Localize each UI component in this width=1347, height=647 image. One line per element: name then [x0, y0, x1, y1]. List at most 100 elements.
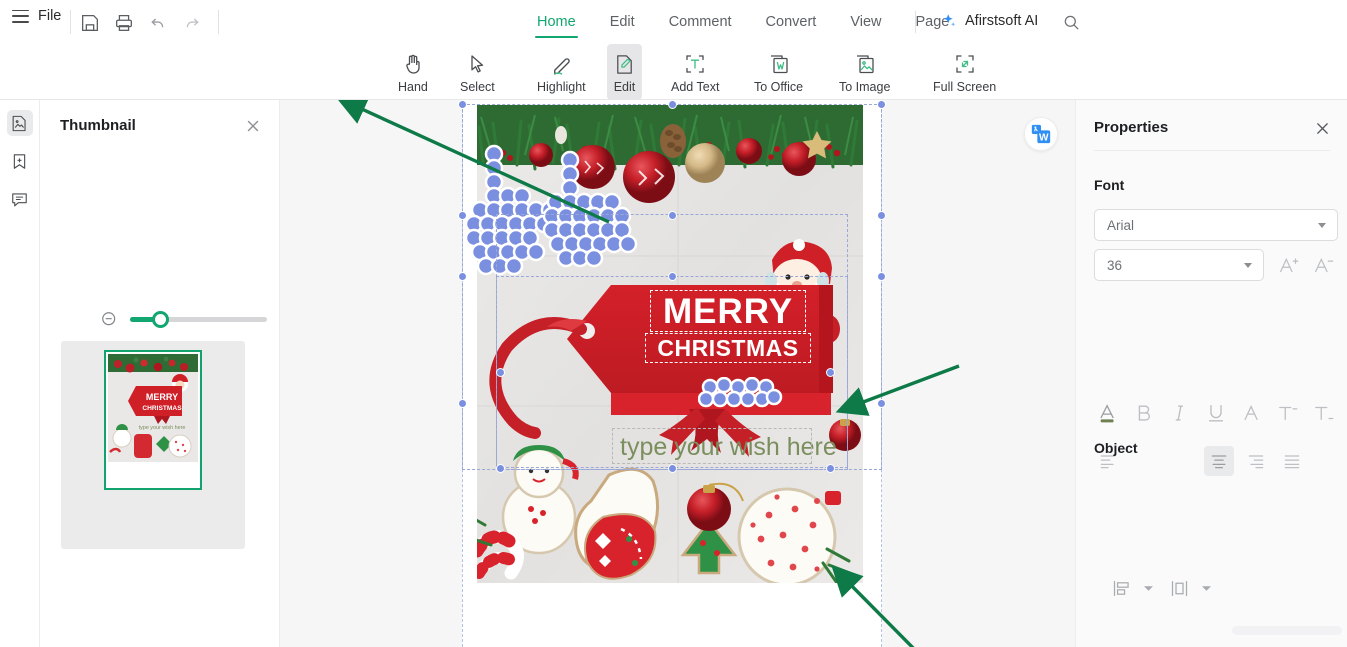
tool-label: Highlight [537, 80, 586, 94]
chevron-down-icon [1244, 263, 1252, 268]
tool-to-image[interactable]: To Image [833, 44, 896, 100]
tab-edit[interactable]: Edit [593, 0, 652, 44]
tool-label: Edit [613, 80, 636, 94]
chevron-down-icon [1318, 223, 1326, 228]
thumbnail-page-preview[interactable]: MERRY CHRISTMAS type your wish here [104, 350, 202, 490]
file-menu-button[interactable]: File [12, 8, 61, 24]
resize-handle-n2[interactable] [668, 272, 677, 281]
resize-handle-nw[interactable] [458, 100, 467, 109]
tab-view[interactable]: View [833, 0, 898, 44]
font-color-icon[interactable] [1093, 398, 1123, 428]
horizontal-scrollbar[interactable] [1232, 626, 1342, 635]
highlighter-pen-icon [549, 51, 574, 77]
sparkle-icon [943, 14, 956, 27]
tool-highlight[interactable]: Highlight [531, 44, 592, 100]
object-section-label: Object [1094, 440, 1138, 456]
tool-label: Full Screen [933, 80, 997, 94]
thumbnail-panel: Thumbnail MERRY CHRISTMAS type your wish… [40, 100, 296, 647]
title-bar: File Home Edit Comment Convert View Page… [0, 0, 1347, 44]
properties-panel: Properties Font Arial 36 Object [1075, 100, 1347, 647]
resize-handle-sw[interactable] [458, 399, 467, 408]
superscript-icon[interactable] [1273, 398, 1303, 428]
undo-icon[interactable] [147, 12, 169, 34]
edit-document-icon [613, 51, 636, 77]
panel-title: Thumbnail [60, 117, 136, 134]
to-image-icon [853, 51, 877, 77]
bold-icon[interactable] [1129, 398, 1159, 428]
zoom-slider-knob[interactable] [152, 311, 169, 328]
hand-icon [401, 51, 425, 77]
resize-handle-sw-inner[interactable] [496, 368, 505, 377]
comment-list-icon[interactable] [7, 186, 33, 212]
distribute-objects-icon[interactable] [1164, 573, 1194, 603]
align-justify-icon[interactable] [1277, 446, 1307, 476]
resize-handle-ne[interactable] [877, 100, 886, 109]
add-text-icon [683, 51, 707, 77]
italic-icon[interactable] [1165, 398, 1195, 428]
close-icon[interactable] [1315, 121, 1330, 136]
close-icon[interactable] [245, 118, 261, 134]
object-selection-box-tag [496, 276, 848, 470]
thumbnail-panel-icon[interactable] [6, 110, 33, 136]
zoom-out-icon[interactable] [100, 310, 119, 329]
afirstsoft-ai-button[interactable]: Afirstsoft AI [940, 12, 1038, 30]
tab-comment[interactable]: Comment [652, 0, 749, 44]
tool-to-office[interactable]: To Office [748, 44, 809, 100]
divider [218, 10, 219, 34]
cursor-arrow-icon [465, 51, 489, 77]
bookmark-add-icon[interactable] [7, 148, 33, 174]
resize-handle-s[interactable] [668, 464, 677, 473]
search-icon[interactable] [1062, 13, 1081, 32]
thumbnail-zoom-slider[interactable] [40, 255, 296, 328]
redo-icon[interactable] [181, 12, 203, 34]
tool-edit[interactable]: Edit [607, 44, 642, 100]
tool-label: Add Text [671, 80, 720, 94]
to-word-icon [767, 51, 791, 77]
align-right-icon[interactable] [1241, 446, 1271, 476]
tool-full-screen[interactable]: Full Screen [927, 44, 1002, 100]
resize-handle-s-left[interactable] [496, 464, 505, 473]
tool-select[interactable]: Select [454, 44, 501, 100]
resize-handle-se-inner[interactable] [826, 368, 835, 377]
tool-label: To Image [839, 80, 891, 94]
font-family-value: Arial [1107, 217, 1135, 233]
resize-handle-s-right[interactable] [826, 464, 835, 473]
tab-label: Home [537, 14, 576, 30]
align-center-icon[interactable] [1204, 446, 1234, 476]
document-canvas[interactable]: MERRY CHRISTMAS type your wish here W [280, 100, 1075, 647]
tab-home[interactable]: Home [520, 0, 593, 44]
tab-label: Convert [765, 14, 817, 30]
align-objects-icon[interactable] [1106, 573, 1136, 603]
resize-handle-w2[interactable] [458, 272, 467, 281]
word-convert-icon[interactable]: W [1024, 117, 1058, 151]
zoom-slider-track[interactable] [130, 311, 267, 328]
thumbnail-item[interactable]: MERRY CHRISTMAS type your wish here 1 [61, 341, 245, 549]
strikethrough-icon[interactable] [1237, 398, 1267, 428]
increase-font-size-icon[interactable] [1273, 250, 1303, 280]
resize-handle-se[interactable] [877, 399, 886, 408]
pdf-page[interactable]: MERRY CHRISTMAS type your wish here [458, 100, 886, 647]
font-family-select[interactable]: Arial [1094, 209, 1338, 241]
distribute-objects-dropdown-caret[interactable] [1191, 573, 1221, 603]
divider [915, 11, 916, 33]
resize-handle-mid-n[interactable] [668, 211, 677, 220]
main-tabs: Home Edit Comment Convert View Page [520, 0, 966, 44]
tool-label: Hand [398, 80, 428, 94]
hamburger-menu-icon[interactable] [12, 9, 29, 23]
align-objects-dropdown-caret[interactable] [1133, 573, 1163, 603]
save-icon[interactable] [79, 12, 101, 34]
underline-icon[interactable] [1201, 398, 1231, 428]
tab-convert[interactable]: Convert [749, 0, 834, 44]
tab-label: Edit [609, 14, 635, 30]
resize-handle-n[interactable] [668, 100, 677, 109]
tool-hand[interactable]: Hand [392, 44, 434, 100]
font-size-select[interactable]: 36 [1094, 249, 1264, 281]
print-icon[interactable] [113, 12, 135, 34]
resize-handle-e2[interactable] [877, 272, 886, 281]
decrease-font-size-icon[interactable] [1308, 250, 1338, 280]
left-rail [0, 100, 40, 647]
tool-add-text[interactable]: Add Text [665, 44, 725, 100]
resize-handle-w[interactable] [458, 211, 467, 220]
resize-handle-e[interactable] [877, 211, 886, 220]
subscript-icon[interactable] [1309, 398, 1339, 428]
